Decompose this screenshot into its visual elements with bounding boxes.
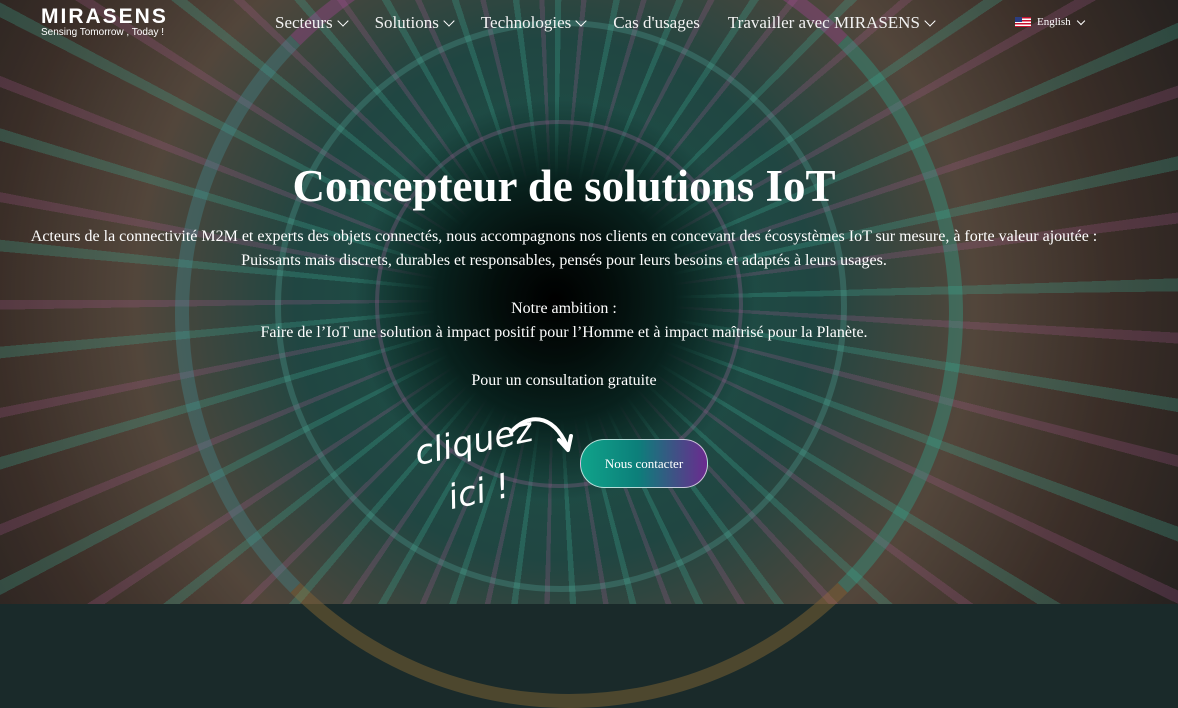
- ambition-text: Faire de l’IoT une solution à impact pos…: [260, 324, 868, 341]
- hero-intro-line2: Puissants mais discrets, durables et res…: [241, 252, 887, 269]
- nav-item-cas-usages[interactable]: Cas d'usages: [613, 13, 700, 33]
- chevron-down-icon: [924, 15, 936, 27]
- ambition-label: Notre ambition :: [511, 300, 617, 317]
- page-title: Concepteur de solutions IoT: [292, 161, 836, 211]
- chevron-down-icon: [443, 15, 455, 27]
- nav-item-label: Technologies: [480, 13, 572, 32]
- language-switcher[interactable]: English: [1015, 16, 1085, 28]
- cliquez-ici-handwritten: cliquez ici !: [411, 410, 577, 525]
- brand-name: MIRASENS: [41, 5, 168, 28]
- nav-item-label: Cas d'usages: [613, 13, 700, 32]
- chevron-down-icon: [336, 15, 349, 27]
- ici-text: ici !: [444, 465, 514, 519]
- chevron-down-icon: [575, 15, 587, 27]
- brand-logo[interactable]: MIRASENS Sensing Tomorrow , Today !: [41, 5, 171, 41]
- nav-item-travailler[interactable]: Travailler avec MIRASENS: [727, 13, 936, 33]
- nav-item-label: Solutions: [374, 13, 439, 32]
- nav-item-secteurs[interactable]: Secteurs: [275, 13, 349, 33]
- brand-tagline: Sensing Tomorrow , Today !: [41, 27, 165, 38]
- arrow-right-icon: [509, 417, 573, 452]
- site-header: MIRASENS Sensing Tomorrow , Today ! Sect…: [0, 0, 1178, 48]
- nav-item-label: Travailler avec MIRASENS: [727, 13, 920, 32]
- hero-intro-line1: Acteurs de la connectivité M2M et expert…: [30, 228, 1098, 245]
- nav-item-label: Secteurs: [275, 13, 333, 32]
- main-nav: Secteurs Solutions Technologies Cas d'us…: [275, 13, 962, 33]
- nav-item-technologies[interactable]: Technologies: [480, 13, 587, 33]
- consultation-text: Pour un consultation gratuite: [471, 372, 657, 389]
- nav-item-solutions[interactable]: Solutions: [374, 13, 455, 33]
- chevron-down-icon: [1076, 16, 1085, 25]
- us-flag-icon: [1015, 17, 1031, 27]
- contact-button[interactable]: Nous contacter: [580, 439, 708, 488]
- language-label: English: [1037, 16, 1071, 28]
